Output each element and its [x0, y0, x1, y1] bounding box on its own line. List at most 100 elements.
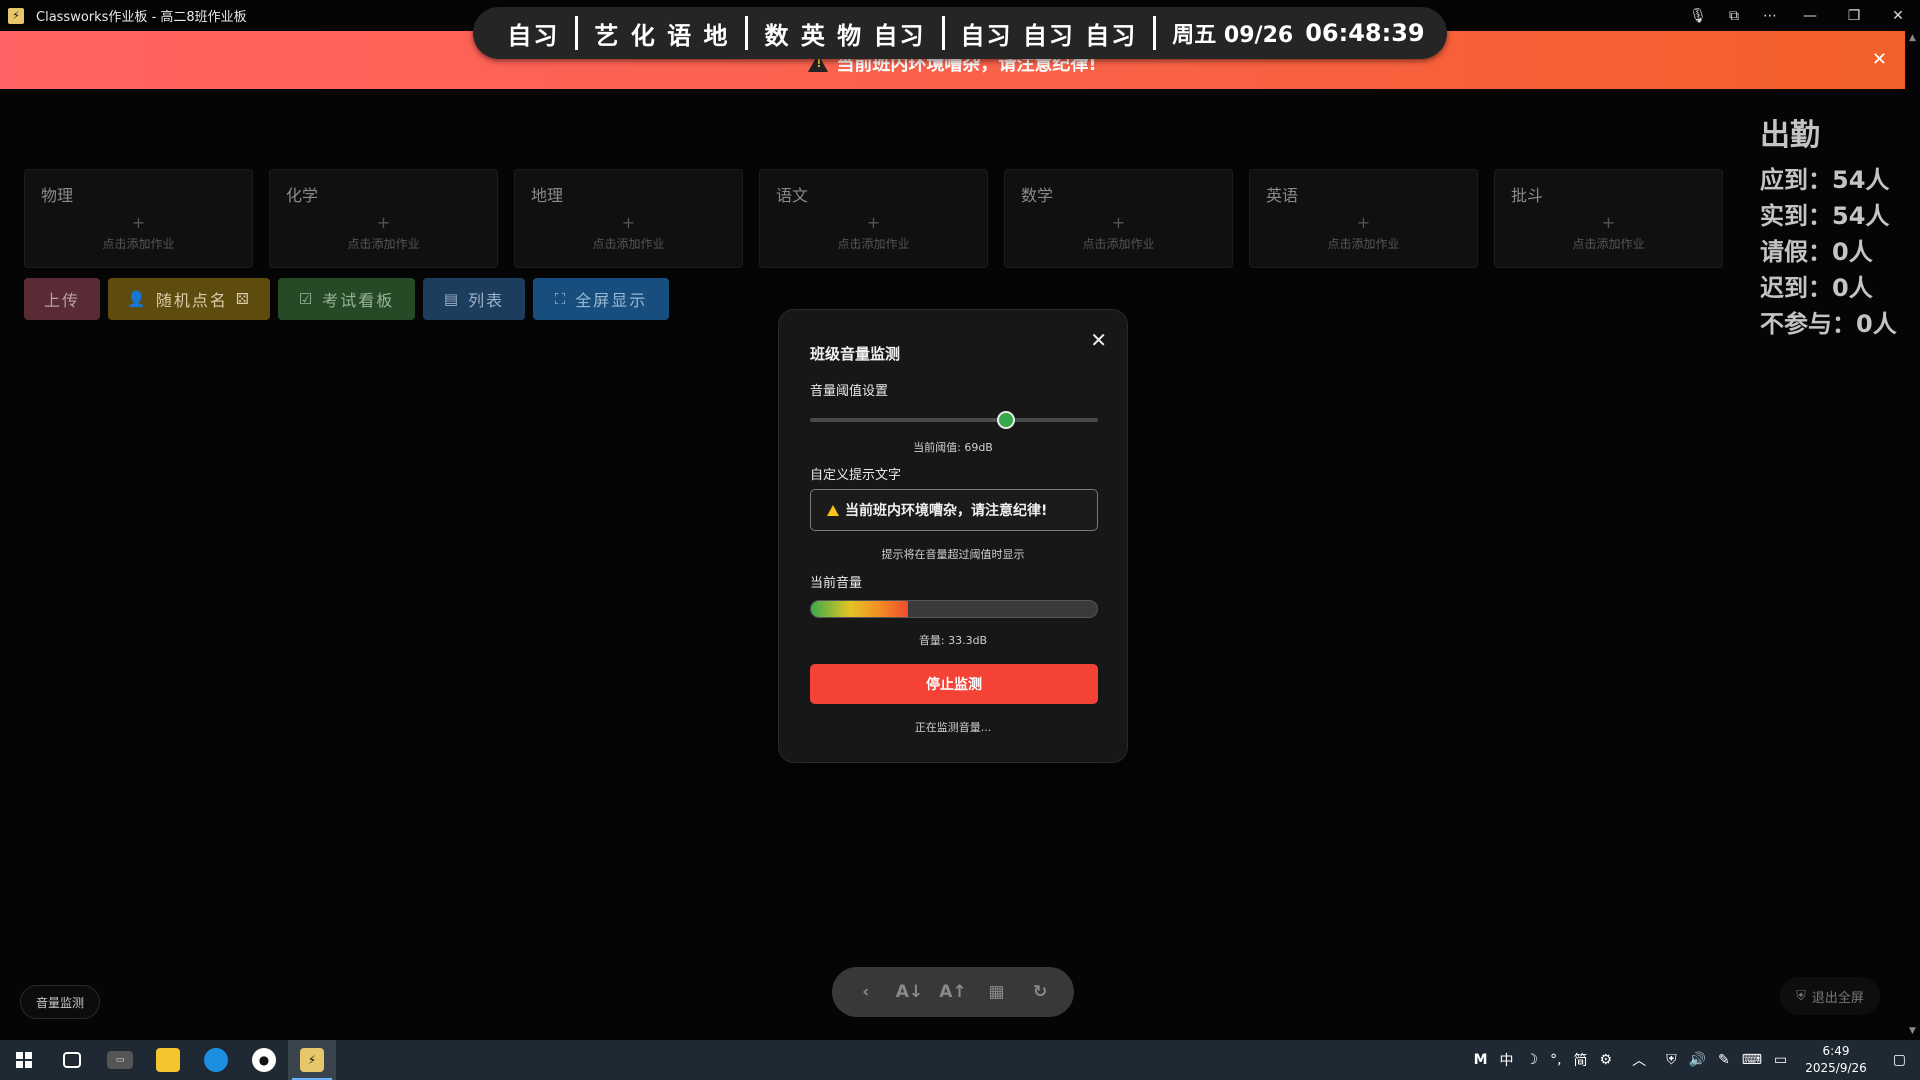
- calendar-icon[interactable]: ▦: [983, 978, 1011, 1006]
- custom-text-value: 当前班内环境嘈杂，请注意纪律!: [845, 503, 1048, 519]
- subject-card-english[interactable]: 英语 + 点击添加作业: [1249, 169, 1478, 268]
- ime-mode-indicator[interactable]: M: [1468, 1040, 1494, 1080]
- notification-center-icon[interactable]: ▢: [1879, 1040, 1920, 1080]
- threshold-label: 音量阈值设置: [810, 384, 889, 399]
- touch-keyboard-icon[interactable]: ⌨: [1736, 1040, 1768, 1080]
- show-hidden-icons-chevron-icon[interactable]: ︿: [1618, 1040, 1660, 1080]
- subject-title: 批斗: [1511, 186, 1544, 205]
- attendance-late: 迟到：0人: [1760, 274, 1873, 302]
- ime-language-indicator[interactable]: 中: [1494, 1040, 1520, 1080]
- subject-card-physics[interactable]: 物理 + 点击添加作业: [24, 169, 253, 268]
- subject-card-geography[interactable]: 地理 + 点击添加作业: [514, 169, 743, 268]
- schedule-period: 艺 化 语 地: [594, 21, 730, 50]
- subject-card-chemistry[interactable]: 化学 + 点击添加作业: [269, 169, 498, 268]
- monitoring-status: 正在监测音量...: [914, 721, 992, 734]
- attendance-title: 出勤: [1760, 118, 1820, 153]
- add-homework-hint: 点击添加作业: [592, 237, 665, 251]
- folder-icon: [156, 1048, 180, 1072]
- subject-card-critique[interactable]: 批斗 + 点击添加作业: [1494, 169, 1723, 268]
- speaker-icon[interactable]: 🔊: [1683, 1040, 1712, 1080]
- windows-logo-icon: [16, 1052, 32, 1068]
- list-button[interactable]: ▤ 列表: [423, 278, 525, 320]
- custom-text-hint: 提示将在音量超过阈值时显示: [881, 548, 1025, 561]
- restore-button[interactable]: ❐: [1832, 0, 1876, 31]
- clock-date: 2025/9/26: [1805, 1061, 1867, 1075]
- slider-handle[interactable]: [996, 411, 1015, 429]
- add-icon: +: [1601, 213, 1616, 232]
- custom-text-input[interactable]: 当前班内环境嘈杂，请注意纪律!: [810, 489, 1098, 531]
- attendance-absent: 不参与：0人: [1760, 310, 1897, 338]
- title-bar-controls: 🎙 ⧉ ⋯ — ❐ ✕: [1680, 0, 1920, 31]
- subject-title: 地理: [531, 186, 564, 205]
- subject-title: 数学: [1021, 186, 1054, 205]
- taskbar-file-explorer[interactable]: [144, 1040, 192, 1080]
- taskbar-classworks[interactable]: ⚡: [288, 1040, 336, 1080]
- add-homework-hint: 点击添加作业: [1082, 237, 1155, 251]
- subject-title: 化学: [286, 186, 319, 205]
- stop-monitoring-button[interactable]: 停止监测: [810, 664, 1098, 704]
- action-toolbar: 上传 👤 随机点名 ⚄ ☑ 考试看板 ▤ 列表 ⛶ 全屏显示: [24, 278, 669, 320]
- font-decrease-icon[interactable]: A↓: [895, 978, 923, 1006]
- random-call-label: 随机点名: [155, 291, 228, 310]
- subject-title: 英语: [1266, 186, 1299, 205]
- ime-simplified-indicator[interactable]: 简: [1568, 1040, 1594, 1080]
- add-homework-hint: 点击添加作业: [1327, 237, 1400, 251]
- threshold-slider[interactable]: [810, 411, 1098, 429]
- fullscreen-button[interactable]: ⛶ 全屏显示: [533, 278, 669, 320]
- attendance-expected: 应到：54人: [1760, 166, 1890, 194]
- shield-icon: ⛨: [1796, 988, 1806, 1004]
- task-view-button[interactable]: [48, 1040, 96, 1080]
- clock-time: 6:49: [1822, 1044, 1850, 1058]
- schedule-clock: 06:48:39: [1305, 19, 1425, 47]
- ime-settings-gear-icon[interactable]: ⚙: [1594, 1040, 1619, 1080]
- subject-card-math[interactable]: 数学 + 点击添加作业: [1004, 169, 1233, 268]
- dialog-close-button[interactable]: ✕: [1090, 328, 1107, 352]
- taskbar-edge[interactable]: [192, 1040, 240, 1080]
- add-icon: +: [131, 213, 146, 232]
- vertical-scrollbar[interactable]: ▲ ▼: [1905, 31, 1920, 1039]
- random-call-button[interactable]: 👤 随机点名 ⚄: [108, 278, 270, 320]
- exit-fullscreen-button[interactable]: ⛨ 退出全屏: [1780, 977, 1880, 1015]
- taskbar-clock[interactable]: 6:49 2025/9/26: [1793, 1043, 1879, 1077]
- pen-icon[interactable]: ✎: [1712, 1040, 1736, 1080]
- chevron-left-icon[interactable]: ‹: [852, 978, 880, 1006]
- attendance-actual: 实到：54人: [1760, 202, 1890, 230]
- refresh-icon[interactable]: ↻: [1026, 978, 1054, 1006]
- half-width-moon-icon[interactable]: ☽: [1520, 1040, 1545, 1080]
- volume-monitor-chip[interactable]: 音量监测: [20, 985, 100, 1019]
- app-logo-icon: ⚡: [8, 7, 24, 24]
- schedule-period: 自习: [507, 21, 560, 50]
- window-close-button[interactable]: ✕: [1876, 0, 1920, 31]
- add-icon: +: [1111, 213, 1126, 232]
- task-view-icon: [63, 1052, 81, 1068]
- security-shield-icon[interactable]: ⛨: [1660, 1040, 1683, 1080]
- dice-icon: ⚄: [235, 290, 251, 308]
- alert-close-button[interactable]: ✕: [1872, 49, 1887, 70]
- bottom-toolbar: ‹ A↓ A↑ ▦ ↻: [832, 967, 1074, 1017]
- exam-board-button[interactable]: ☑ 考试看板: [278, 278, 415, 320]
- minimize-button[interactable]: —: [1788, 0, 1832, 31]
- start-button[interactable]: [0, 1040, 48, 1080]
- volume-value: 音量: 33.3dB: [918, 634, 988, 647]
- more-options-icon[interactable]: ⋯: [1752, 0, 1788, 31]
- subject-card-chinese[interactable]: 语文 + 点击添加作业: [759, 169, 988, 268]
- taskbar-qq[interactable]: ●: [240, 1040, 288, 1080]
- class-schedule-bar: 自习 艺 化 语 地 数 英 物 自习 自习 自习 自习 周五 09/26 06…: [473, 7, 1447, 59]
- list-icon: ▤: [443, 290, 461, 308]
- microphone-icon[interactable]: 🎙: [1680, 0, 1716, 31]
- edge-browser-icon: [204, 1048, 228, 1072]
- scroll-up-arrow-icon[interactable]: ▲: [1905, 31, 1920, 46]
- font-increase-icon[interactable]: A↑: [939, 978, 967, 1006]
- person-question-icon: 👤: [127, 290, 148, 308]
- cast-icon[interactable]: ⧉: [1716, 0, 1752, 31]
- punctuation-icon[interactable]: °,: [1544, 1040, 1567, 1080]
- calendar-check-icon: ☑: [298, 290, 315, 308]
- warning-icon: [827, 504, 839, 516]
- volume-meter-fill: [811, 601, 909, 617]
- taskbar-app-game[interactable]: ▭: [96, 1040, 144, 1080]
- display-icon[interactable]: ▭: [1768, 1040, 1793, 1080]
- upload-button[interactable]: 上传: [24, 278, 100, 320]
- attendance-panel[interactable]: 出勤 应到：54人 实到：54人 请假：0人 迟到：0人 不参与：0人: [1760, 110, 1897, 342]
- scroll-down-arrow-icon[interactable]: ▼: [1905, 1024, 1920, 1039]
- subject-title: 物理: [41, 186, 74, 205]
